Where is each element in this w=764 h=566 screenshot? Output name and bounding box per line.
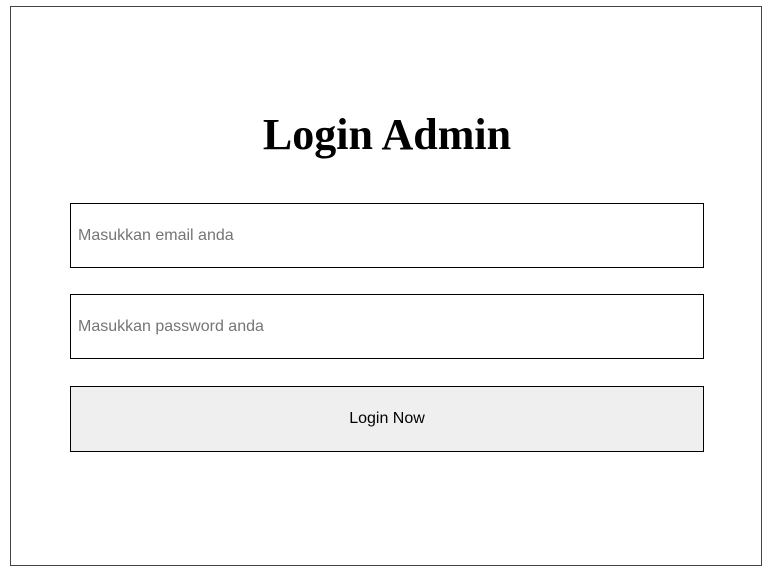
password-field[interactable] [70,294,704,359]
login-button[interactable]: Login Now [70,386,704,452]
page-title: Login Admin [262,110,512,159]
login-card [10,6,762,566]
email-field[interactable] [70,203,704,268]
